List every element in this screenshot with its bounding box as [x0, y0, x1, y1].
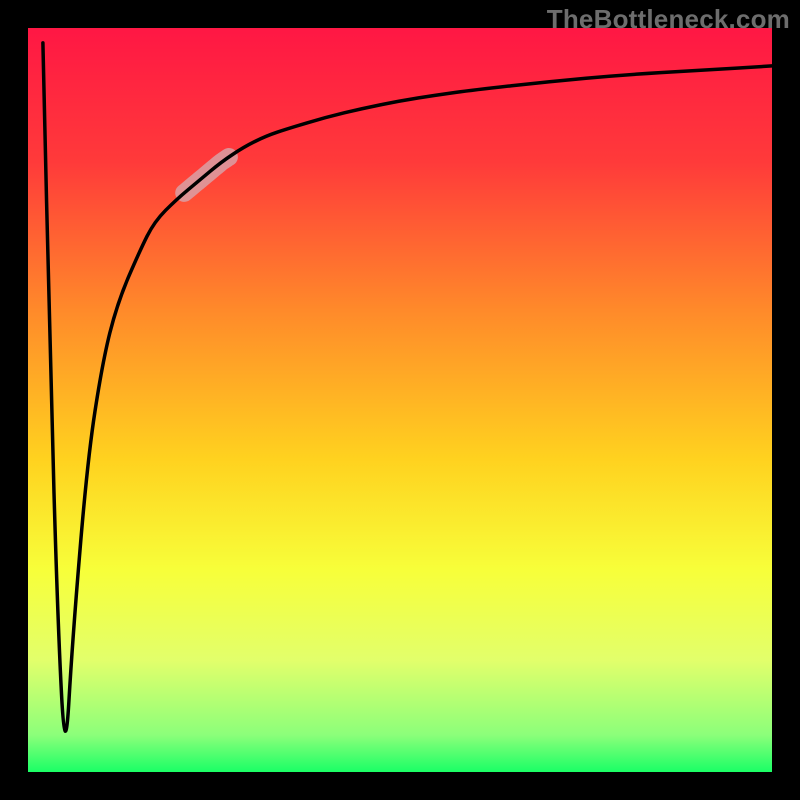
bottleneck-chart	[0, 0, 800, 800]
watermark-text: TheBottleneck.com	[547, 4, 790, 35]
plot-background	[28, 28, 772, 772]
